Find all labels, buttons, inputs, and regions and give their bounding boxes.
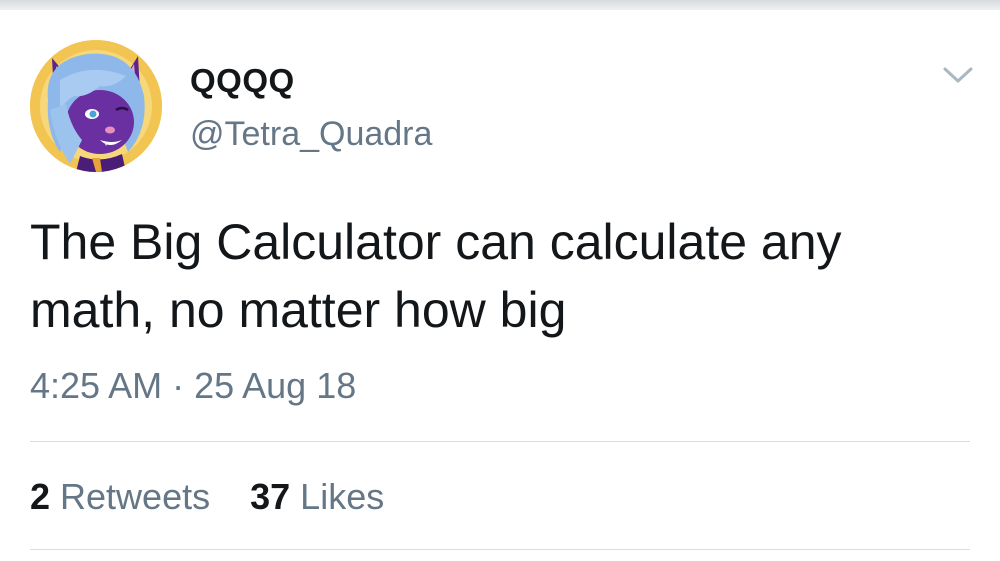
avatar[interactable] bbox=[30, 40, 162, 172]
user-handle[interactable]: @Tetra_Quadra bbox=[190, 115, 432, 154]
divider bbox=[30, 441, 970, 442]
chevron-down-icon[interactable] bbox=[940, 62, 976, 88]
divider bbox=[30, 549, 970, 550]
tweet-detail: QQQQ @Tetra_Quadra The Big Calculator ca… bbox=[0, 0, 1000, 561]
avatar-image bbox=[30, 40, 162, 172]
likes-label: Likes bbox=[300, 476, 385, 517]
likes-count: 37 bbox=[250, 476, 291, 517]
likes-stat[interactable]: 37 Likes bbox=[250, 476, 384, 518]
top-border bbox=[0, 0, 1000, 10]
retweets-count: 2 bbox=[30, 476, 51, 517]
tweet-text: The Big Calculator can calculate any mat… bbox=[30, 214, 842, 338]
tweet-stats: 2 Retweets 37 Likes bbox=[30, 476, 384, 518]
display-name[interactable]: QQQQ bbox=[190, 62, 295, 100]
tweet-timestamp[interactable]: 4:25 AM · 25 Aug 18 bbox=[30, 365, 356, 407]
retweets-label: Retweets bbox=[60, 476, 211, 517]
retweets-stat[interactable]: 2 Retweets bbox=[30, 476, 210, 518]
